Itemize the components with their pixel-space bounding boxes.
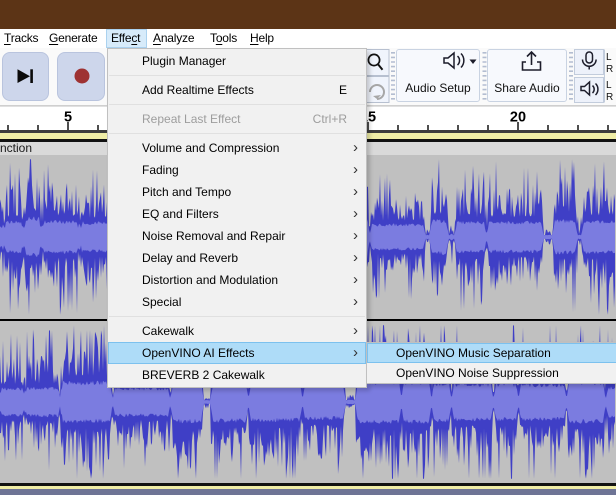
svg-text:R: R [606, 92, 613, 103]
svg-text:L: L [606, 80, 612, 91]
svg-text:L: L [606, 52, 612, 63]
svg-text:20: 20 [510, 110, 526, 126]
svg-text:R: R [606, 64, 613, 75]
svg-text:5: 5 [64, 110, 72, 126]
